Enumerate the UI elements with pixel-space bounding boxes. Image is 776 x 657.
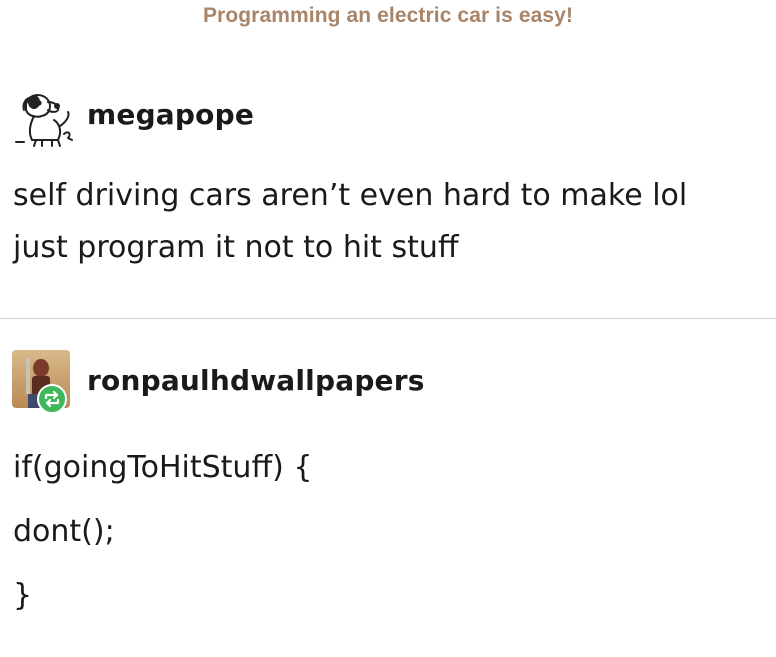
post-ronpaulhdwallpapers: ronpaulhdwallpapers if(goingToHitStuff) … — [0, 348, 776, 628]
username[interactable]: ronpaulhdwallpapers — [87, 364, 425, 397]
code-line: } — [13, 578, 33, 613]
post-megapope: megapope self driving cars aren’t even h… — [0, 86, 776, 274]
code-line: dont(); — [13, 514, 115, 549]
post-header: megapope — [0, 86, 776, 156]
post-header: ronpaulhdwallpapers — [0, 348, 776, 418]
code-line: if(goingToHitStuff) { — [13, 450, 313, 485]
post-line: self driving cars aren’t even hard to ma… — [13, 178, 688, 213]
post-line: just program it not to hit stuff — [13, 230, 459, 265]
post-body: self driving cars aren’t even hard to ma… — [0, 170, 776, 274]
dog-sketch-icon[interactable] — [12, 86, 76, 152]
username[interactable]: megapope — [87, 98, 254, 131]
meme-caption: Programming an electric car is easy! — [202, 4, 574, 27]
post-divider — [0, 318, 776, 319]
post-body: if(goingToHitStuff) { dont(); } — [0, 436, 776, 628]
reblog-icon — [37, 384, 67, 414]
